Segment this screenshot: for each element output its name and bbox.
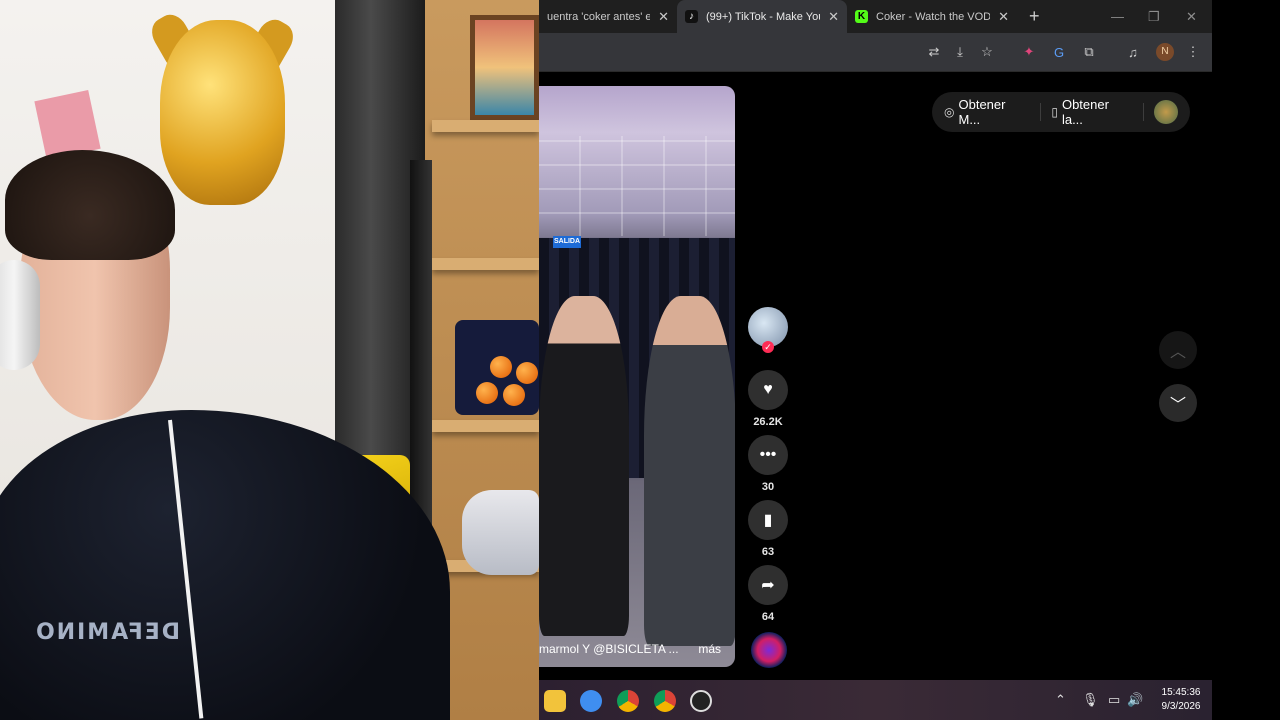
browser-tab-bar: uentra 'coker antes' en ✕ ♪ (99+) TikTok… bbox=[539, 0, 1212, 33]
get-coins-label: Obtener M... bbox=[958, 97, 1006, 127]
tab-google-search[interactable]: uentra 'coker antes' en ✕ bbox=[539, 0, 677, 33]
sneakers bbox=[462, 490, 539, 575]
microphone-app-icon[interactable] bbox=[580, 690, 602, 712]
video-person-right bbox=[644, 296, 735, 646]
next-video-button[interactable]: ﹀ bbox=[1159, 384, 1197, 422]
caption-text: marmol Y @BISICLETA ... bbox=[539, 642, 679, 656]
shelf-board bbox=[432, 258, 539, 270]
bookmark-icon: ▮ bbox=[763, 512, 773, 529]
follow-plus-icon[interactable]: ✓ bbox=[762, 341, 774, 353]
close-icon[interactable]: ✕ bbox=[658, 9, 669, 25]
extensions-puzzle-icon[interactable]: ⧉ bbox=[1080, 43, 1098, 61]
hoodie-print: DEFAMINO bbox=[33, 620, 180, 645]
media-controls-icon[interactable]: ♫ bbox=[1124, 43, 1142, 61]
dragon-ball bbox=[516, 362, 538, 384]
extension-icon[interactable]: ✦ bbox=[1020, 43, 1038, 61]
window-close-button[interactable]: ✕ bbox=[1186, 0, 1197, 33]
save-count: 63 bbox=[761, 546, 775, 558]
bookmark-star-icon[interactable]: ☆ bbox=[978, 43, 996, 61]
browser-toolbar: ⇄ ⤓ ☆ ✦ G ⧉ ♫ N ⋮ bbox=[539, 33, 1212, 72]
coin-icon: ◎ bbox=[944, 105, 955, 119]
previous-video-button[interactable]: ︿ bbox=[1159, 331, 1197, 369]
chrome-icon[interactable] bbox=[617, 690, 639, 712]
tab-tiktok[interactable]: ♪ (99+) TikTok - Make Your D ✕ bbox=[677, 0, 847, 33]
share-arrow-icon: ➦ bbox=[761, 577, 775, 594]
comment-button[interactable]: ••• bbox=[748, 435, 788, 475]
video-person-left bbox=[539, 296, 629, 636]
get-coins-button[interactable]: ◎ Obtener M... bbox=[944, 97, 1030, 127]
tab-label: uentra 'coker antes' en bbox=[547, 10, 651, 23]
share-button[interactable]: ➦ bbox=[748, 565, 788, 605]
save-button[interactable]: ▮ bbox=[748, 500, 788, 540]
system-clock[interactable]: 15:45:36 9/3/2026 bbox=[1151, 686, 1211, 714]
phone-icon: ▯ bbox=[1051, 105, 1058, 119]
chevron-up-icon: ︿ bbox=[1169, 344, 1186, 361]
get-app-button[interactable]: ▯ Obtener la... bbox=[1051, 97, 1133, 127]
get-app-label: Obtener la... bbox=[1061, 97, 1109, 127]
chevron-down-icon: ﹀ bbox=[1169, 397, 1186, 414]
windows-taskbar: ⌃ 🎙 ▭ 🔊 15:45:36 9/3/2026 bbox=[539, 680, 1212, 720]
tab-kick[interactable]: K Coker - Watch the VOD on ✕ bbox=[847, 0, 1017, 33]
obs-icon[interactable] bbox=[690, 690, 712, 712]
video-player[interactable]: SALIDA bbox=[539, 86, 735, 667]
tab-label: Coker - Watch the VOD on bbox=[876, 10, 991, 23]
new-tab-button[interactable]: + bbox=[1029, 6, 1040, 27]
chevron-up-icon[interactable]: ⌃ bbox=[1055, 692, 1066, 708]
exit-sign: SALIDA bbox=[553, 236, 581, 248]
like-button[interactable]: ♥ bbox=[748, 370, 788, 410]
video-ceiling bbox=[539, 136, 735, 236]
install-app-icon[interactable]: ⤓ bbox=[951, 43, 969, 61]
hoodie bbox=[0, 410, 450, 720]
video-caption: marmol Y @BISICLETA ... más bbox=[539, 638, 735, 660]
shelf-board bbox=[432, 420, 539, 432]
screen: uentra 'coker antes' en ✕ ♪ (99+) TikTok… bbox=[0, 0, 1280, 720]
like-count: 26.2K bbox=[753, 416, 783, 428]
divider bbox=[1143, 103, 1145, 121]
file-explorer-icon[interactable] bbox=[544, 690, 566, 712]
tab-label: (99+) TikTok - Make Your D bbox=[706, 10, 820, 23]
shelf-board bbox=[432, 120, 539, 132]
clock-date: 9/3/2026 bbox=[1161, 701, 1201, 712]
close-icon[interactable]: ✕ bbox=[828, 9, 839, 25]
picture-frame bbox=[470, 15, 539, 120]
chrome-profile-icon[interactable] bbox=[654, 690, 676, 712]
network-icon[interactable]: ▭ bbox=[1108, 692, 1120, 708]
divider bbox=[1040, 103, 1042, 121]
microphone-icon[interactable]: 🎙 bbox=[1082, 692, 1099, 708]
tiktok-icon: ♪ bbox=[685, 10, 698, 23]
menu-kebab-icon[interactable]: ⋮ bbox=[1184, 43, 1202, 61]
kick-icon: K bbox=[855, 10, 868, 23]
share-count: 64 bbox=[761, 611, 775, 623]
headphones bbox=[0, 260, 40, 370]
maximize-button[interactable]: ❐ bbox=[1148, 0, 1160, 33]
dragon-ball bbox=[490, 356, 512, 378]
music-disc[interactable] bbox=[751, 632, 787, 668]
user-avatar[interactable] bbox=[1154, 100, 1179, 124]
comment-count: 30 bbox=[761, 481, 775, 493]
close-icon[interactable]: ✕ bbox=[998, 9, 1009, 25]
comment-icon: ••• bbox=[759, 446, 777, 463]
volume-icon[interactable]: 🔊 bbox=[1127, 692, 1143, 708]
streamer: DEFAMINO bbox=[0, 150, 450, 720]
more-link[interactable]: más bbox=[698, 642, 721, 656]
dragon-ball bbox=[503, 384, 525, 406]
hair bbox=[5, 150, 175, 260]
dragon-ball bbox=[476, 382, 498, 404]
minimize-button[interactable]: — bbox=[1111, 0, 1124, 33]
heart-icon: ♥ bbox=[763, 381, 773, 398]
clock-time: 15:45:36 bbox=[1161, 687, 1201, 698]
top-action-pill: ◎ Obtener M... ▯ Obtener la... bbox=[932, 92, 1190, 132]
profile-avatar[interactable]: N bbox=[1156, 43, 1174, 61]
webcam-overlay: DEFAMINO bbox=[0, 0, 539, 720]
translate-icon[interactable]: ⇄ bbox=[925, 43, 943, 61]
google-translate-extension-icon[interactable]: G bbox=[1050, 43, 1068, 61]
